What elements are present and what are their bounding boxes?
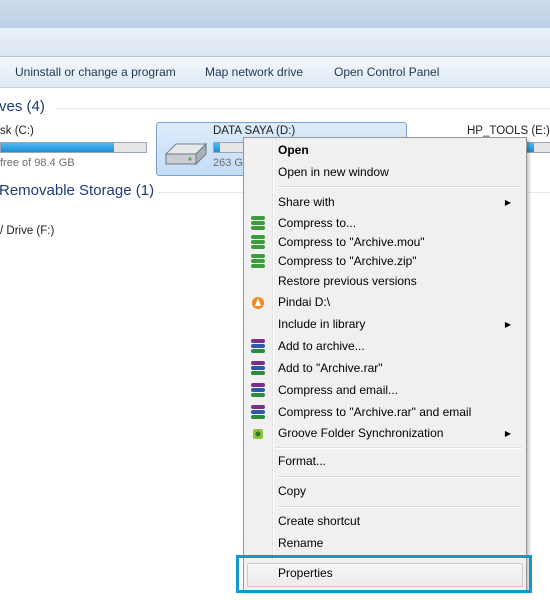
menu-item-open-new-window[interactable]: Open in new window	[245, 162, 521, 183]
open-control-panel-button[interactable]: Open Control Panel	[334, 65, 439, 79]
menu-item-label: Add to archive...	[278, 339, 365, 353]
winrar-green-icon	[251, 216, 265, 231]
menu-item-compress-mou[interactable]: Compress to "Archive.mou"	[245, 232, 521, 253]
menu-item-label: Rename	[278, 536, 324, 550]
submenu-arrow-icon: ▶	[504, 198, 511, 207]
menu-item-label: Open	[278, 143, 309, 157]
section-divider	[55, 108, 550, 109]
drive-e-label[interactable]: HP_TOOLS (E:)	[467, 125, 550, 137]
menu-item-label: Groove Folder Synchronization	[278, 426, 444, 440]
menu-separator	[276, 506, 522, 508]
menu-item-label: Compress to "Archive.mou"	[278, 235, 425, 249]
menu-item-label: Open in new window	[278, 165, 389, 179]
winrar-icon	[251, 361, 265, 376]
menu-item-open[interactable]: Open	[245, 140, 521, 161]
menu-item-compress-zip[interactable]: Compress to "Archive.zip"	[245, 251, 521, 272]
menu-item-label: Format...	[278, 454, 327, 468]
submenu-arrow-icon: ▶	[504, 429, 511, 438]
menu-item-label: Compress to "Archive.zip"	[278, 254, 417, 268]
hard-drives-header[interactable]: ves (4)	[0, 98, 45, 115]
drive-d-usage-bar	[213, 142, 245, 153]
menu-item-format[interactable]: Format...	[245, 451, 521, 472]
menu-separator	[276, 186, 522, 188]
menu-item-add-rar[interactable]: Add to "Archive.rar"	[245, 358, 521, 379]
properties-callout-box	[236, 555, 532, 593]
command-toolbar: Uninstall or change a program Map networ…	[0, 57, 550, 88]
removable-storage-header[interactable]: Removable Storage (1)	[0, 182, 154, 199]
menu-item-compress-rar-email[interactable]: Compress to "Archive.rar" and email	[245, 402, 521, 423]
winrar-icon	[251, 339, 265, 354]
map-network-drive-button[interactable]: Map network drive	[205, 65, 303, 79]
uninstall-program-button[interactable]: Uninstall or change a program	[15, 65, 176, 79]
menu-item-restore-versions[interactable]: Restore previous versions	[245, 271, 521, 292]
menu-item-rename[interactable]: Rename	[245, 533, 521, 554]
menu-item-label: Share with	[278, 195, 335, 209]
menu-item-share-with[interactable]: Share with ▶	[245, 192, 521, 213]
menu-item-label: Compress and email...	[278, 383, 399, 397]
menu-separator	[276, 476, 522, 478]
window-title-bar	[0, 0, 550, 28]
menu-separator	[276, 447, 522, 449]
menu-item-label: Compress to...	[278, 216, 357, 230]
drive-c-free-space: free of 98.4 GB	[0, 157, 75, 169]
menu-item-label: Add to "Archive.rar"	[278, 361, 383, 375]
menu-item-compress-to[interactable]: Compress to...	[245, 213, 521, 234]
menu-item-add-archive[interactable]: Add to archive...	[245, 336, 521, 357]
drive-d-label[interactable]: DATA SAYA (D:)	[213, 125, 295, 137]
menu-item-create-shortcut[interactable]: Create shortcut	[245, 511, 521, 532]
hard-drive-icon	[164, 142, 208, 166]
menu-item-compress-email[interactable]: Compress and email...	[245, 380, 521, 401]
winrar-green-icon	[251, 235, 265, 250]
menu-item-label: Copy	[278, 484, 307, 498]
drive-e-usage-bar	[525, 142, 550, 153]
drive-c-usage-bar	[0, 142, 147, 153]
menu-item-label: Include in library	[278, 317, 366, 331]
menu-item-groove-sync[interactable]: Groove Folder Synchronization ▶	[245, 423, 521, 444]
menu-item-label: Restore previous versions	[278, 274, 417, 288]
winrar-icon	[251, 405, 265, 420]
drive-c-label[interactable]: sk (C:)	[0, 125, 34, 137]
drive-d-free-space: 263 G	[213, 157, 243, 169]
groove-icon	[251, 426, 265, 441]
winrar-green-icon	[251, 254, 265, 269]
menu-item-label: Create shortcut	[278, 514, 361, 528]
avast-icon	[251, 295, 265, 310]
drive-f-label[interactable]: / Drive (F:)	[0, 225, 54, 237]
address-bar-area	[0, 28, 550, 57]
menu-item-label: Compress to "Archive.rar" and email	[278, 405, 472, 419]
submenu-arrow-icon: ▶	[504, 320, 511, 329]
menu-item-include-library[interactable]: Include in library ▶	[245, 314, 521, 335]
winrar-icon	[251, 383, 265, 398]
menu-item-label: Pindai D:\	[278, 295, 331, 309]
menu-item-copy[interactable]: Copy	[245, 481, 521, 502]
menu-item-pindai[interactable]: Pindai D:\	[245, 292, 521, 313]
